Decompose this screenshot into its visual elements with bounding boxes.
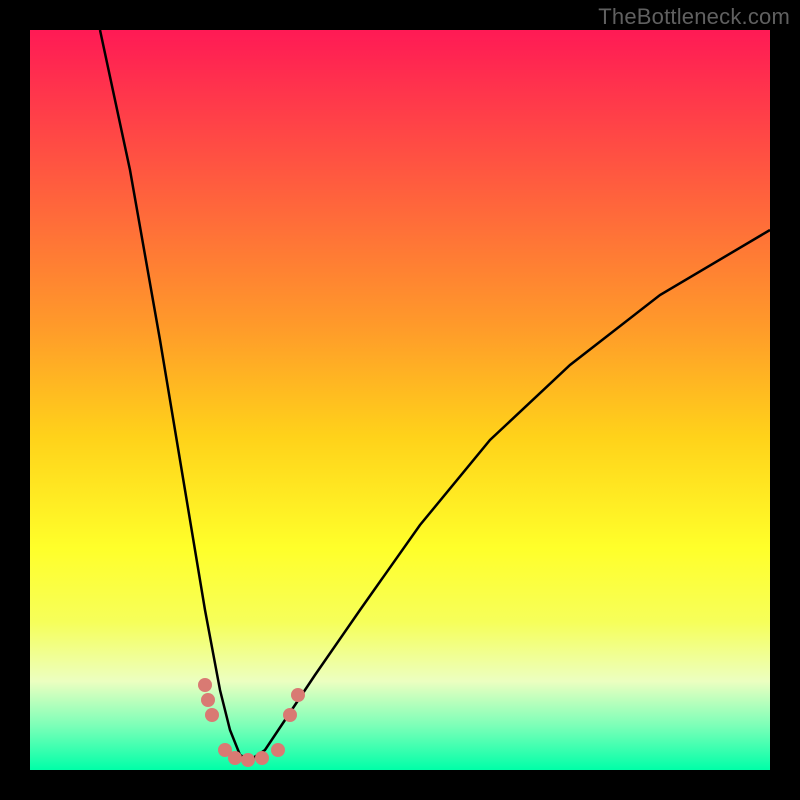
watermark-text: TheBottleneck.com: [598, 4, 790, 30]
outer-frame: TheBottleneck.com: [0, 0, 800, 800]
valley-marker-dots: [198, 678, 305, 767]
curve-right-branch: [250, 230, 770, 760]
curve-left-branch: [100, 30, 250, 760]
curve-layer: [30, 30, 770, 770]
plot-area: [30, 30, 770, 770]
